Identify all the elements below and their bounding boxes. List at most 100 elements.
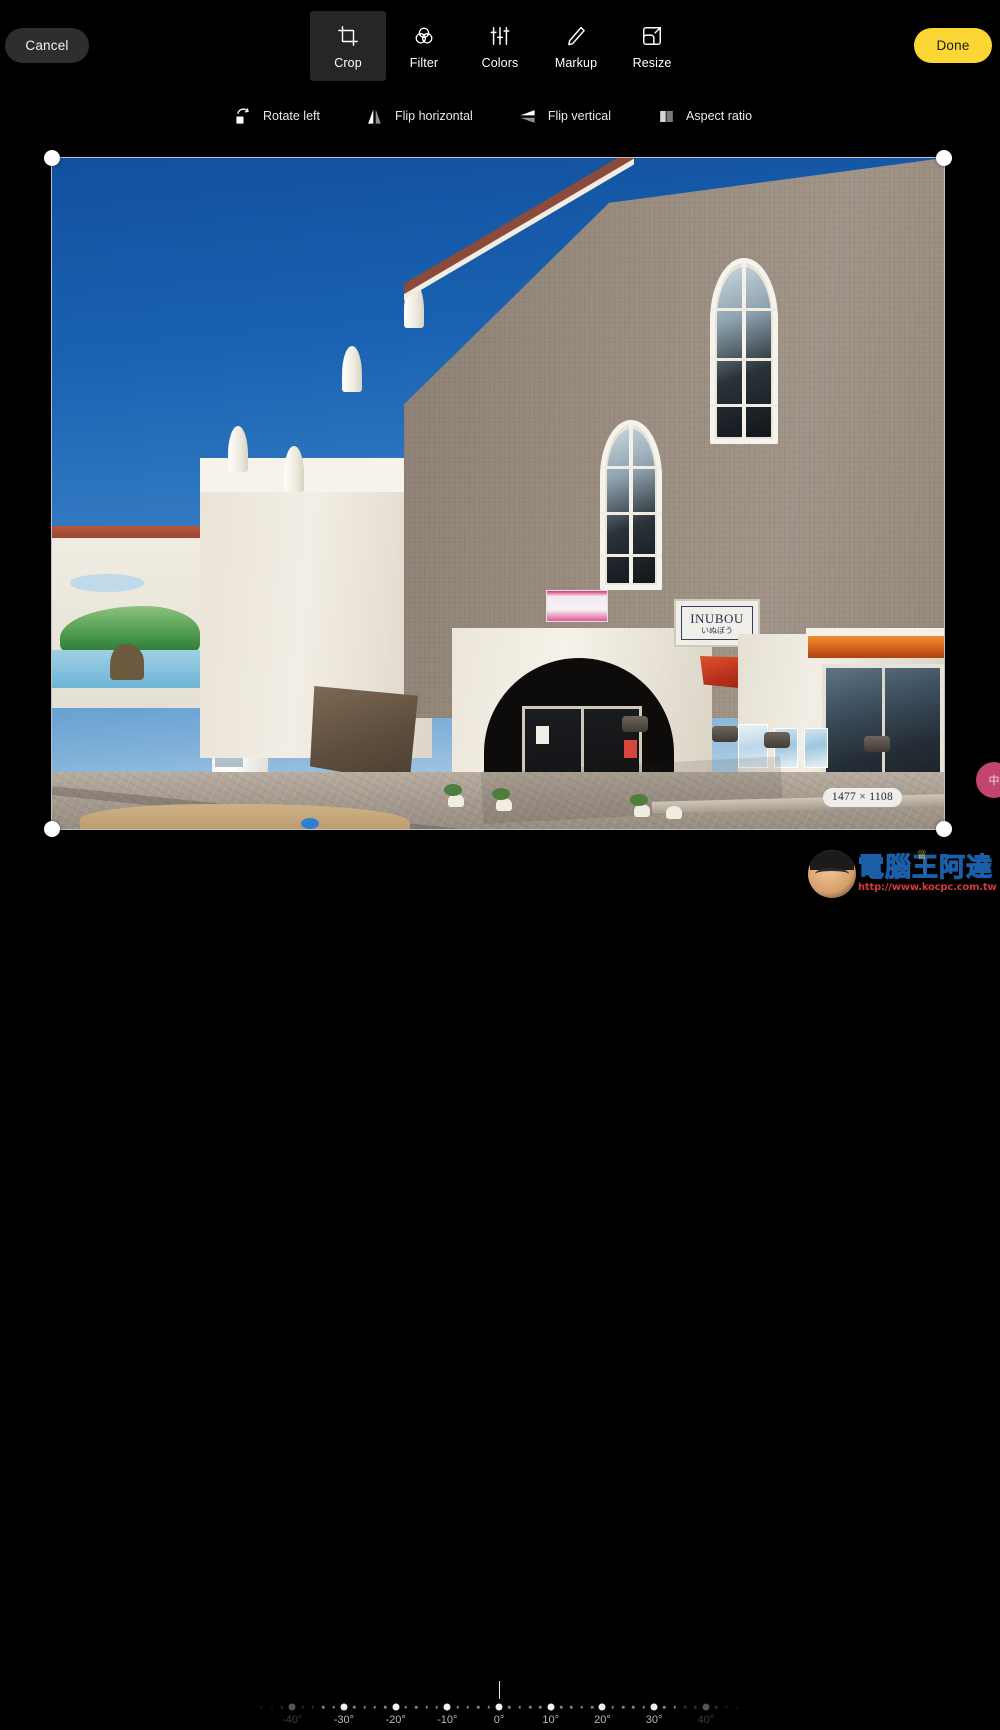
crop-canvas[interactable]: DyDo xyxy=(44,150,952,837)
rotation-minor-tick xyxy=(280,1705,284,1709)
rotation-minor-tick xyxy=(714,1705,718,1709)
plant xyxy=(492,788,510,800)
crop-handle-bottom-right[interactable] xyxy=(936,821,952,837)
rotation-minor-tick xyxy=(663,1705,666,1709)
tab-colors-label: Colors xyxy=(481,56,519,70)
bollard xyxy=(764,732,790,748)
rotation-minor-tick xyxy=(415,1705,418,1709)
flip-vertical-icon xyxy=(517,105,539,127)
rotation-minor-tick xyxy=(632,1705,635,1709)
rotation-slider[interactable]: -40° -30° -20° -10° 0° 10° 20° 30° 40° xyxy=(0,836,1000,1726)
window-mullion xyxy=(710,404,778,407)
rotation-minor-tick xyxy=(456,1705,459,1709)
planter xyxy=(634,804,650,817)
window-mullion xyxy=(629,420,633,590)
rotation-major-tick xyxy=(702,1703,710,1711)
done-button[interactable]: Done xyxy=(914,28,992,63)
colors-icon xyxy=(489,23,511,49)
rotation-minor-tick xyxy=(683,1705,687,1709)
tab-colors[interactable]: Colors xyxy=(462,11,538,81)
flip-horizontal-icon xyxy=(364,105,386,127)
rotation-minor-tick xyxy=(352,1705,356,1709)
rotate-left-label: Rotate left xyxy=(263,109,320,123)
blue-object xyxy=(301,818,319,829)
rotation-minor-tick xyxy=(363,1705,366,1709)
photo-image: DyDo xyxy=(52,158,944,829)
rotation-major-tick xyxy=(495,1703,503,1711)
rotation-tick-label: -40° xyxy=(282,1714,303,1726)
crop-handle-top-left[interactable] xyxy=(44,150,60,166)
tab-resize[interactable]: Resize xyxy=(614,11,690,81)
aspect-ratio-button[interactable]: Aspect ratio xyxy=(655,105,752,127)
tab-markup[interactable]: Markup xyxy=(538,11,614,81)
tab-resize-label: Resize xyxy=(632,56,672,70)
rotation-minor-tick xyxy=(559,1705,563,1709)
rotation-minor-tick xyxy=(435,1705,439,1709)
rotation-minor-tick xyxy=(466,1705,470,1709)
shop-sign-name-jp: いぬぼう xyxy=(701,625,733,635)
rotate-left-button[interactable]: Rotate left xyxy=(232,105,320,127)
rotation-minor-tick xyxy=(384,1705,387,1709)
rotation-minor-tick xyxy=(259,1705,263,1709)
rotation-major-tick xyxy=(340,1703,348,1711)
plant xyxy=(630,794,648,806)
rotation-major-tick xyxy=(650,1703,658,1711)
filter-icon xyxy=(413,23,435,49)
rotation-minor-tick xyxy=(642,1705,645,1709)
rotation-center-indicator xyxy=(499,1681,500,1699)
cancel-button[interactable]: Cancel xyxy=(5,28,89,63)
window-mullion xyxy=(600,554,662,557)
aspect-ratio-label: Aspect ratio xyxy=(686,109,753,123)
rotation-minor-tick xyxy=(518,1705,521,1709)
rotation-minor-tick xyxy=(528,1705,532,1709)
bollard xyxy=(712,726,738,742)
resize-icon xyxy=(641,23,663,49)
rotation-minor-tick xyxy=(321,1705,325,1709)
door-notice xyxy=(536,726,549,744)
bollard xyxy=(864,736,890,752)
floating-ime-badge[interactable]: 中 xyxy=(976,762,1000,798)
crop-handle-bottom-left[interactable] xyxy=(44,821,60,837)
tab-filter[interactable]: Filter xyxy=(386,11,462,81)
window-mullion xyxy=(600,512,662,515)
kiosk-poster xyxy=(804,728,828,768)
rotation-track[interactable] xyxy=(0,1702,1000,1712)
rotation-tick-label: -30° xyxy=(333,1714,355,1726)
rotation-minor-tick xyxy=(673,1705,677,1709)
rotate-left-icon xyxy=(232,105,254,127)
flip-horizontal-button[interactable]: Flip horizontal xyxy=(364,105,473,127)
tab-crop[interactable]: Crop xyxy=(310,11,386,81)
rotation-tick-label: -20° xyxy=(385,1714,406,1726)
window-mullion xyxy=(742,258,746,444)
rotation-minor-tick xyxy=(590,1705,594,1709)
wall-banner-sign xyxy=(546,590,608,622)
rotation-minor-tick xyxy=(311,1705,315,1709)
rotation-tick-label: 30° xyxy=(645,1714,663,1726)
rotation-minor-tick xyxy=(580,1705,583,1709)
planter xyxy=(666,806,682,819)
crop-icon xyxy=(337,23,359,49)
rotation-minor-tick xyxy=(270,1705,273,1709)
window-split xyxy=(882,668,885,782)
rotation-minor-tick xyxy=(621,1705,625,1709)
rotation-tick-label: 10° xyxy=(542,1714,560,1726)
arched-window xyxy=(710,258,778,444)
window-mullion xyxy=(710,308,778,311)
rotation-minor-tick xyxy=(301,1705,304,1709)
aspect-ratio-icon xyxy=(655,105,677,127)
rotation-major-tick xyxy=(547,1703,555,1711)
rotation-major-tick xyxy=(598,1703,606,1711)
rotation-minor-tick xyxy=(725,1705,728,1709)
rotation-minor-tick xyxy=(611,1705,614,1709)
rotation-minor-tick xyxy=(735,1705,739,1709)
mural-cloud xyxy=(70,574,144,592)
rotation-minor-tick xyxy=(425,1705,428,1709)
crop-handle-top-right[interactable] xyxy=(936,150,952,166)
rotation-minor-tick xyxy=(508,1705,511,1709)
flip-vertical-button[interactable]: Flip vertical xyxy=(517,105,611,127)
rotation-minor-tick xyxy=(539,1705,542,1709)
rotation-major-tick xyxy=(392,1703,400,1711)
dimension-badge: 1477 × 1108 xyxy=(822,788,902,807)
roof-edge xyxy=(404,158,634,418)
rotation-minor-tick xyxy=(694,1705,697,1709)
